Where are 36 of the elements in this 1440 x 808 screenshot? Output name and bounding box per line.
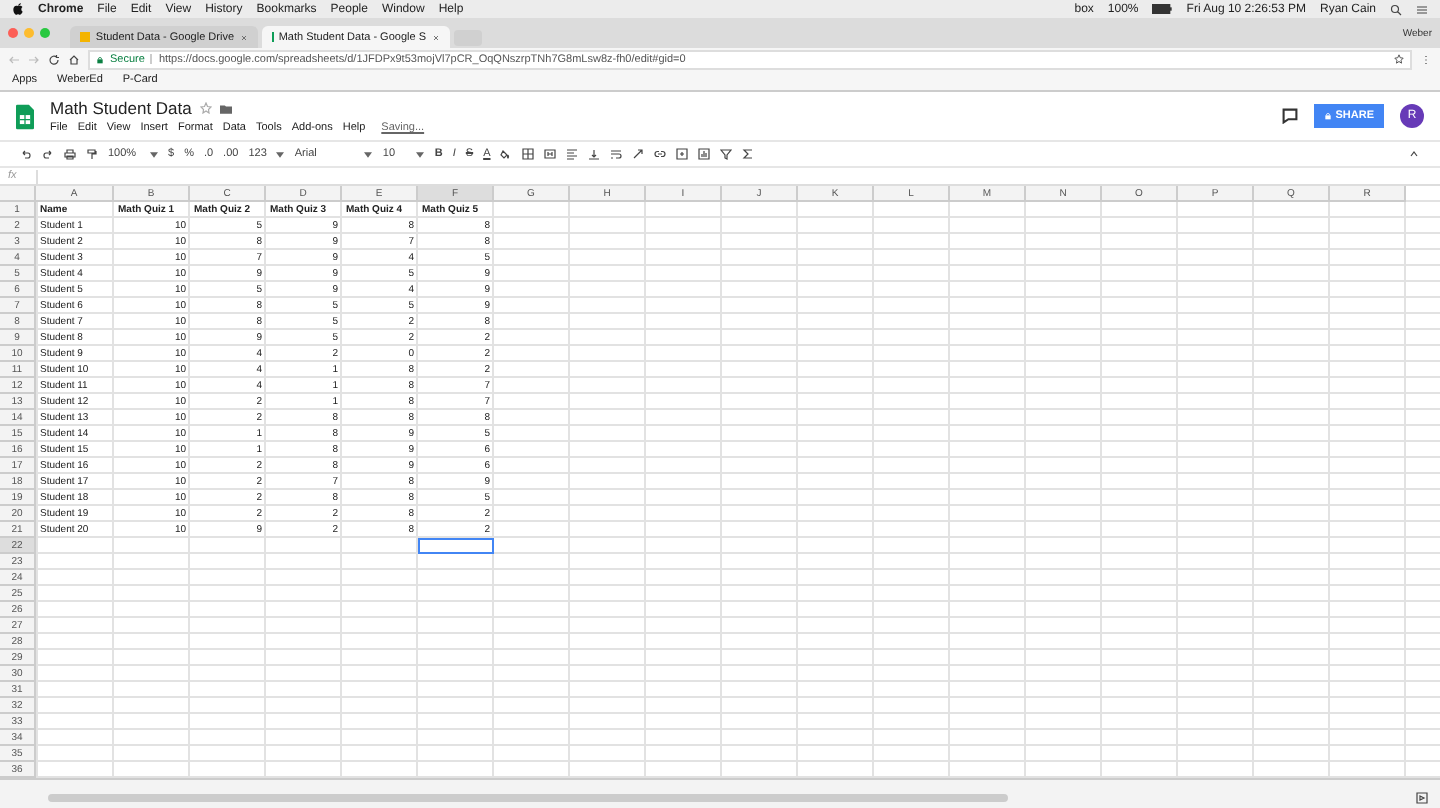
spreadsheet-logo-icon[interactable]: [16, 103, 34, 129]
paint-format-icon[interactable]: [86, 148, 98, 160]
redo-icon[interactable]: [42, 148, 54, 160]
collapse-icon[interactable]: [1408, 148, 1420, 160]
borders-icon[interactable]: [522, 148, 535, 160]
folder-icon[interactable]: [219, 103, 232, 113]
close-icon[interactable]: [240, 33, 248, 41]
reload-icon[interactable]: [48, 53, 60, 65]
caret-icon[interactable]: [276, 151, 285, 157]
caret-icon[interactable]: [150, 151, 158, 157]
print-icon[interactable]: [64, 148, 76, 160]
star-icon[interactable]: [199, 102, 212, 114]
align-icon[interactable]: [566, 148, 579, 160]
selected-cell[interactable]: [418, 538, 494, 554]
functions-icon[interactable]: [742, 148, 755, 160]
close-icon[interactable]: [432, 33, 440, 41]
star-icon[interactable]: [1394, 54, 1404, 64]
valign-icon[interactable]: [588, 148, 601, 160]
lock-icon: [1323, 112, 1332, 120]
search-icon[interactable]: [1390, 3, 1402, 15]
chart-icon[interactable]: [698, 148, 711, 160]
more-icon[interactable]: [1420, 53, 1432, 65]
wrap-icon[interactable]: [610, 148, 623, 160]
document-title[interactable]: Math Student Data: [50, 98, 192, 118]
lock-icon: [96, 55, 104, 63]
filter-icon[interactable]: [720, 148, 733, 160]
fill-color-icon[interactable]: [500, 148, 513, 160]
caret-icon[interactable]: [416, 151, 425, 157]
merge-icon[interactable]: [544, 148, 557, 160]
apple-logo-icon[interactable]: [12, 2, 24, 16]
caret-icon[interactable]: [364, 151, 373, 157]
undo-icon[interactable]: [20, 148, 32, 160]
home-icon[interactable]: [68, 53, 80, 65]
battery-icon: [1152, 4, 1173, 14]
link-icon[interactable]: [654, 148, 667, 160]
scrollbar[interactable]: [48, 794, 1008, 802]
